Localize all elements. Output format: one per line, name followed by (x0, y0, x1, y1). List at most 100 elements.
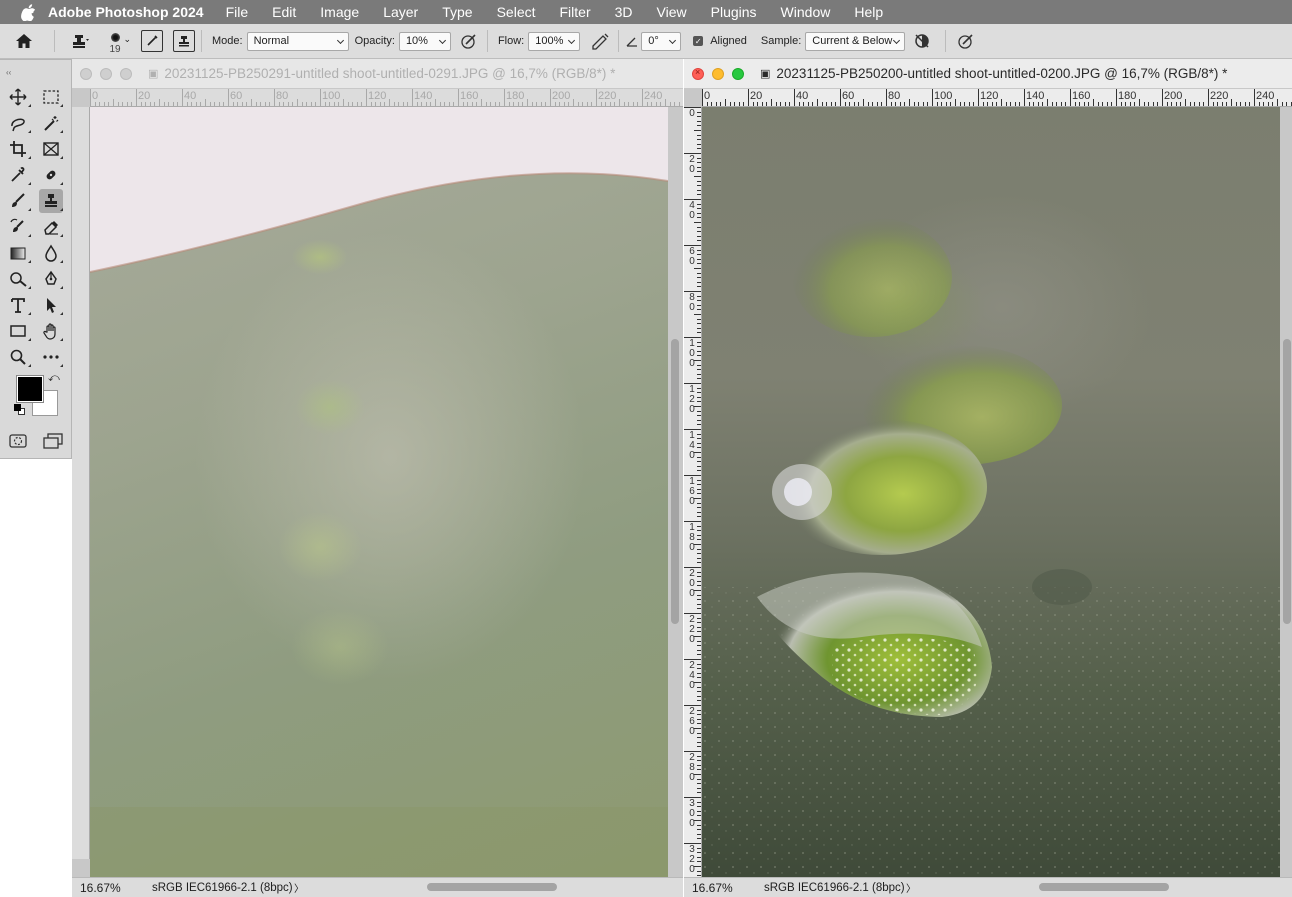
airbrush-icon[interactable] (588, 32, 612, 50)
sample-select[interactable]: Current & Below (805, 31, 906, 51)
healing-brush-icon[interactable] (39, 163, 63, 187)
ruler-tick (803, 102, 805, 106)
ruler-tick (697, 484, 701, 486)
ruler-tick (684, 613, 701, 614)
options-bar: 19 ⌄ Mode: Normal Opacity: 10% Flow: 100… (0, 24, 1292, 59)
crop-icon[interactable] (6, 137, 31, 161)
clone-source-icon[interactable] (173, 30, 195, 52)
foreground-color-swatch[interactable] (16, 375, 44, 403)
clone-stamp-icon[interactable] (38, 189, 63, 213)
status-chevron-icon[interactable]: 〉 (906, 880, 916, 895)
ruler-tick (697, 355, 701, 357)
frame-icon[interactable] (39, 137, 63, 161)
brush-size-picker[interactable]: 19 ⌄ (99, 24, 131, 59)
lasso-icon[interactable] (6, 111, 31, 135)
home-icon[interactable] (0, 24, 48, 59)
pressure-size-icon[interactable] (952, 32, 980, 50)
app-menu[interactable]: Adobe Photoshop 2024 (48, 4, 204, 20)
document-canvas[interactable] (90, 107, 668, 877)
menu-file[interactable]: File (226, 4, 249, 20)
type-icon[interactable] (6, 293, 31, 317)
ruler-tick (1249, 102, 1251, 106)
ignore-adjustment-layers-icon[interactable] (905, 32, 939, 50)
ruler-tick (660, 102, 662, 106)
menu-view[interactable]: View (657, 4, 687, 20)
flow-field[interactable]: 100% (528, 31, 581, 51)
history-brush-icon[interactable] (6, 215, 31, 239)
horizontal-scrollbar[interactable] (1039, 883, 1169, 891)
mode-select[interactable]: Normal (246, 31, 349, 51)
blur-icon[interactable] (39, 241, 63, 265)
pressure-opacity-icon[interactable] (457, 32, 481, 50)
rectangle-icon[interactable] (6, 319, 31, 343)
horizontal-ruler[interactable]: 0 20 40 60 80 100 120 140 160 180 200 220 240 (702, 89, 1292, 107)
menu-type[interactable]: Type (442, 4, 472, 20)
document-window-left[interactable]: ▣ 20231125-PB250291-untitled shoot-untit… (72, 59, 683, 897)
menu-select[interactable]: Select (497, 4, 536, 20)
dodge-icon[interactable] (6, 267, 31, 291)
ruler-label: 20 (750, 90, 763, 102)
ruler-label: 1 4 0 (689, 430, 695, 461)
zoom-button[interactable] (120, 67, 132, 80)
vertical-scrollbar[interactable] (671, 339, 679, 624)
marquee-icon[interactable] (39, 85, 63, 109)
vertical-ruler[interactable]: 0 2 0 4 0 6 0 8 0 1 0 0 1 2 0 1 4 0 1 6 0 1 8 0 2 … (684, 107, 702, 877)
zoom-level[interactable]: 16.67% (72, 881, 142, 895)
move-icon[interactable] (6, 85, 31, 109)
more-tools-icon[interactable] (39, 345, 63, 369)
pen-icon[interactable] (39, 267, 63, 291)
document-title-bar[interactable]: × ▣ 20231125-PB250200-untitled shoot-unt… (684, 59, 1292, 89)
ruler-tick (684, 199, 701, 200)
horizontal-ruler[interactable]: 0 20 40 60 80 100 120 140 160 180 200 220 240 (90, 89, 683, 107)
menu-plugins[interactable]: Plugins (711, 4, 757, 20)
horizontal-scrollbar[interactable] (427, 883, 557, 891)
ruler-label: 60 (842, 90, 855, 102)
swap-colors-icon[interactable]: ⤺ (48, 372, 60, 385)
default-colors-icon[interactable] (14, 404, 26, 416)
screen-mode-icon[interactable] (43, 429, 63, 453)
menu-help[interactable]: Help (854, 4, 883, 20)
document-canvas[interactable] (702, 107, 1280, 877)
ruler-tick (821, 102, 823, 106)
menu-image[interactable]: Image (320, 4, 359, 20)
angle-field[interactable]: 0° (641, 31, 682, 51)
ruler-tick (1097, 102, 1099, 106)
panel-collapse-icon[interactable]: ‹‹ (0, 60, 71, 84)
quick-mask-icon[interactable] (8, 429, 27, 453)
minimize-button[interactable] (100, 67, 112, 80)
document-title-bar[interactable]: ▣ 20231125-PB250291-untitled shoot-untit… (72, 59, 683, 89)
magic-wand-icon[interactable] (39, 111, 63, 135)
menu-layer[interactable]: Layer (383, 4, 418, 20)
ruler-tick (637, 102, 639, 106)
brush-icon[interactable] (6, 189, 31, 213)
status-chevron-icon[interactable]: 〉 (294, 880, 304, 895)
gradient-icon[interactable] (6, 241, 31, 265)
tool-preset-picker[interactable] (61, 32, 99, 50)
apple-icon[interactable] (8, 0, 48, 24)
eraser-icon[interactable] (39, 215, 63, 239)
menu-3d[interactable]: 3D (615, 4, 633, 20)
ruler-tick (694, 774, 701, 775)
zoom-level[interactable]: 16.67% (684, 881, 754, 895)
ruler-tick (909, 99, 910, 106)
minimize-button[interactable] (712, 67, 724, 80)
opacity-field[interactable]: 10% (398, 31, 451, 51)
close-button[interactable]: × (692, 67, 704, 80)
ruler-label: 120 (980, 90, 999, 102)
path-selection-icon[interactable] (39, 293, 63, 317)
eyedropper-icon[interactable] (6, 163, 31, 187)
menu-edit[interactable]: Edit (272, 4, 296, 20)
menu-filter[interactable]: Filter (560, 4, 591, 20)
ruler-tick (140, 102, 142, 106)
divider (201, 30, 202, 52)
vertical-scrollbar[interactable] (1283, 339, 1291, 624)
hand-icon[interactable] (39, 319, 63, 343)
vertical-ruler[interactable] (72, 107, 90, 859)
brush-settings-icon[interactable] (141, 30, 163, 52)
zoom-button[interactable] (732, 67, 744, 80)
menu-window[interactable]: Window (781, 4, 831, 20)
document-window-right[interactable]: × ▣ 20231125-PB250200-untitled shoot-unt… (684, 59, 1292, 897)
close-button[interactable] (80, 67, 92, 80)
zoom-icon[interactable] (6, 345, 31, 369)
aligned-checkbox[interactable]: ✓ (693, 36, 704, 46)
